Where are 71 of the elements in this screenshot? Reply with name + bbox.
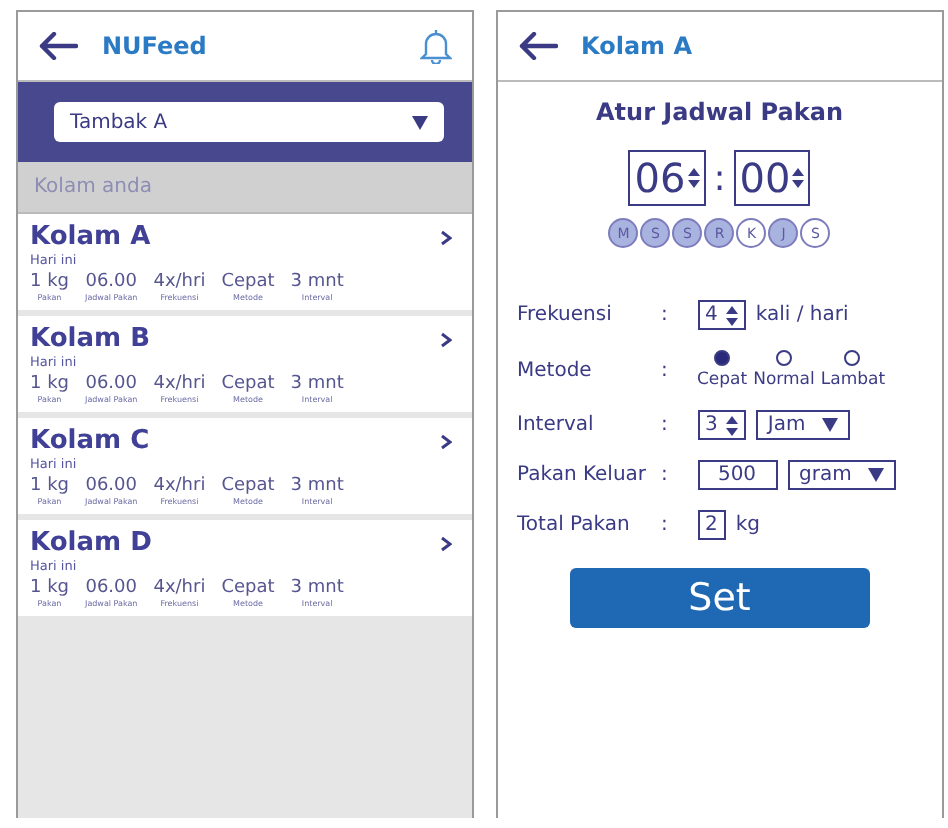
stat-value: Cepat (221, 476, 275, 496)
stat-value: 1 kg (30, 374, 70, 394)
field-label: Interval (517, 414, 596, 436)
minute-spinner[interactable]: 00 (733, 150, 811, 206)
stat-value: 3 mnt (290, 578, 344, 598)
input-field[interactable]: 500 (697, 460, 777, 490)
stat-value: 4x/hri (153, 578, 206, 598)
chevron-right-icon[interactable] (439, 535, 451, 551)
colon-separator: : (661, 464, 670, 486)
stat-value: 1 kg (30, 272, 70, 292)
time-separator: : (713, 157, 726, 199)
colon-separator: : (661, 414, 670, 436)
stat-value: 3 mnt (290, 374, 344, 394)
section-title: Atur Jadwal Pakan (596, 98, 843, 126)
field-label: Total Pakan (517, 514, 632, 536)
pond-name: Kolam A (30, 222, 151, 252)
chevron-right-icon[interactable] (439, 331, 451, 347)
bell-icon[interactable] (419, 28, 451, 64)
pond-dropdown[interactable]: Tambak A (54, 102, 443, 142)
chevron-right-icon[interactable] (439, 433, 451, 449)
stat-value: Cepat (221, 272, 275, 292)
pond-name: Kolam D (30, 528, 152, 558)
dropdown-caret-icon (867, 468, 884, 482)
app-title: NUFeed (102, 32, 207, 60)
back-arrow-icon[interactable] (517, 32, 557, 60)
screen-title: Kolam A (581, 32, 693, 60)
unit-dropdown[interactable]: Jam (755, 410, 850, 440)
radio-button[interactable] (844, 350, 861, 366)
unit-dropdown[interactable]: gram (787, 460, 896, 490)
radio-label: Normal (753, 370, 815, 390)
number-spinner[interactable]: 4 (697, 300, 746, 330)
field-label: Pakan Keluar (517, 464, 649, 486)
section-label: Kolam anda (18, 162, 471, 214)
stat-value: 06.00 (85, 578, 137, 598)
dropdown-caret-icon (821, 418, 838, 432)
dropdown-caret-icon (411, 115, 427, 129)
radio-label: Lambat (820, 370, 886, 390)
stat-value: 06.00 (85, 374, 137, 394)
stat-value: 06.00 (85, 476, 137, 496)
colon-separator: : (661, 304, 670, 326)
chevron-right-icon[interactable] (439, 229, 451, 245)
spinner-arrows-icon[interactable] (687, 168, 700, 188)
stat-value: 06.00 (85, 272, 137, 292)
stat-value: 4x/hri (153, 272, 206, 292)
field-label: Metode (517, 359, 594, 381)
radio-button[interactable] (775, 350, 792, 366)
radio-button[interactable] (714, 350, 731, 366)
stat-value: Cepat (221, 374, 275, 394)
input-field[interactable]: 2 (697, 510, 726, 540)
stat-value: 1 kg (30, 476, 70, 496)
stat-value: 4x/hri (153, 374, 206, 394)
number-spinner[interactable]: 3 (697, 410, 746, 440)
stat-value: Cepat (221, 578, 275, 598)
stat-value: 3 mnt (290, 272, 344, 292)
radio-label: Cepat (697, 370, 748, 390)
set-button[interactable]: Set (569, 568, 870, 628)
colon-separator: : (661, 514, 670, 536)
unit-label: kg (735, 514, 761, 536)
back-arrow-icon[interactable] (38, 32, 78, 60)
field-label: Frekuensi (517, 304, 614, 326)
colon-separator: : (661, 359, 670, 381)
hour-spinner[interactable]: 06 (628, 150, 706, 206)
stat-value: 4x/hri (153, 476, 206, 496)
spinner-arrows-icon[interactable] (725, 415, 738, 435)
pond-name: Kolam C (30, 426, 150, 456)
stat-value: 3 mnt (290, 476, 344, 496)
spinner-arrows-icon[interactable] (792, 168, 805, 188)
spinner-arrows-icon[interactable] (725, 305, 738, 325)
stat-value: 1 kg (30, 578, 70, 598)
unit-label: kali / hari (755, 304, 849, 326)
pond-name: Kolam B (30, 324, 150, 354)
